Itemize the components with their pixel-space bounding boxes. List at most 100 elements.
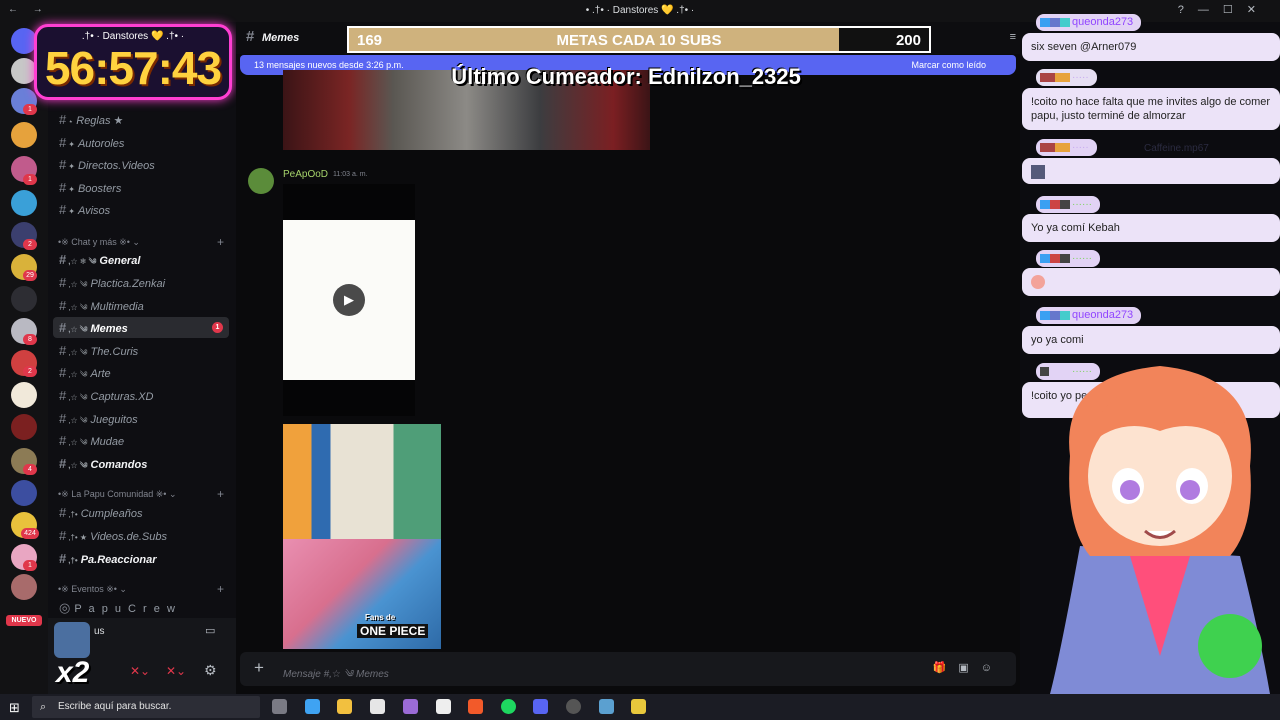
channel-deco: ,☆ ༄ (68, 325, 88, 334)
file-explorer-icon[interactable] (337, 699, 352, 714)
channel-deco: ✦ (68, 162, 75, 171)
message-input[interactable]: Mensaje #,☆ ༄ Memes (283, 663, 389, 691)
user-avatar[interactable] (54, 622, 90, 658)
user-panel: us x2 ▭ ✕⌄ ✕⌄ ⚙ (48, 618, 236, 694)
channel-label: Mudae (90, 436, 125, 448)
brave-browser-icon[interactable] (468, 699, 483, 714)
channel-boosters[interactable]: # ✦ Boosters (53, 177, 229, 198)
badge-icons (1040, 311, 1070, 320)
channel-deco: ,☆ ❄ ༄ (68, 257, 97, 266)
mute-mic-icon[interactable]: ✕⌄ (130, 664, 150, 678)
discord-icon[interactable] (533, 699, 548, 714)
channel-directos-videos[interactable]: # ✦ Directos.Videos (53, 154, 229, 175)
hash-icon: # (59, 528, 67, 543)
channel-videos-de-subs[interactable]: # ,†• ★ Videos.de.Subs (53, 525, 229, 546)
channel-label: The.Curis (90, 346, 139, 358)
app-icon[interactable] (599, 699, 614, 714)
play-icon[interactable]: ▶ (333, 284, 365, 316)
badge-icons (1040, 200, 1070, 209)
deafen-icon[interactable]: ✕⌄ (166, 664, 186, 678)
channel-comandos[interactable]: # ,☆ ༄ Comandos (53, 453, 229, 474)
channel-autoroles[interactable]: # ✦ Autoroles (53, 132, 229, 153)
channel-reglas[interactable]: # ⋆ Reglas ★ (53, 109, 229, 130)
server-icon[interactable] (11, 574, 37, 600)
meme-image[interactable]: Fans de ONE PIECE (283, 424, 441, 649)
chat-message: Yo ya comí Kebah (1022, 214, 1280, 242)
channel-pa-reaccionar[interactable]: # ,†• Pa.Reaccionar (53, 548, 229, 569)
add-channel-icon[interactable]: + (217, 582, 224, 596)
multiplier-overlay: x2 (56, 656, 90, 689)
screen-share-icon[interactable]: ▭ (205, 624, 215, 637)
badge-icons (1040, 73, 1070, 82)
chat-username-text: queonda273 (1072, 16, 1134, 28)
hash-icon: # (246, 28, 255, 45)
hash-icon: # (59, 252, 67, 267)
server-icon[interactable] (11, 414, 37, 440)
server-icon[interactable] (11, 190, 37, 216)
channel-multimedia[interactable]: # ,☆ ༄ Multimedia (53, 295, 229, 316)
channel-deco: ⋆ (68, 117, 74, 126)
category-chat[interactable]: •※ Chat y más ※• ⌄ + (58, 235, 228, 249)
hash-icon: # (59, 411, 67, 426)
app-icon[interactable] (403, 699, 418, 714)
channel-papu-crew[interactable]: ◎ P a p u C r e w (53, 597, 229, 618)
channel-label: Videos.de.Subs (90, 531, 167, 543)
channel-the-curis[interactable]: # ,☆ ༄ The.Curis (53, 340, 229, 361)
video-attachment[interactable]: ▶ (283, 184, 415, 416)
channel-label: Plactica.Zenkai (90, 278, 166, 290)
obs-icon[interactable] (566, 699, 581, 714)
channel-label: Pa.Reaccionar (80, 554, 157, 566)
attach-plus-icon[interactable]: + (254, 658, 264, 678)
server-icon[interactable] (11, 382, 37, 408)
channel-deco: ,☆ ༄ (68, 303, 88, 312)
emote-icon (1031, 275, 1045, 289)
chat-username-text: ····· (1072, 142, 1089, 153)
chat-message-emote (1022, 158, 1280, 184)
screen: { "window": { "title": "\u2022 .\u2020\u… (0, 0, 1280, 720)
app-icon[interactable] (631, 699, 646, 714)
app-icon[interactable] (305, 699, 320, 714)
chat-area: # Memes ≡ 13 mensajes nuevos desde 3:26 … (236, 22, 1020, 694)
app-icon[interactable] (370, 699, 385, 714)
channel-plactica-zenkai[interactable]: # ,☆ ༄ Plactica.Zenkai (53, 272, 229, 293)
channel-arte[interactable]: # ,☆ ༄ Arte (53, 362, 229, 383)
hash-icon: # (59, 456, 67, 471)
channel-label: Reglas ★ (76, 115, 124, 127)
hash-icon: # (59, 112, 67, 127)
server-icon[interactable] (11, 286, 37, 312)
channel-jueguitos[interactable]: # ,☆ ༄ Jueguitos (53, 408, 229, 429)
unread-badge: 2 (23, 366, 37, 377)
channel-mudae[interactable]: # ,☆ ༄ Mudae (53, 430, 229, 451)
channel-general[interactable]: # ,☆ ❄ ༄ General (53, 249, 229, 270)
category-eventos[interactable]: •※ Eventos ※• ⌄ + (58, 582, 228, 596)
chat-username-text: Caffeine.mp67 (1144, 143, 1209, 154)
channel-label: Autoroles (77, 138, 125, 150)
task-view-icon[interactable] (272, 699, 287, 714)
category-papu-comunidad[interactable]: •※ La Papu Comunidad ※• ⌄ + (58, 487, 228, 501)
threads-icon[interactable]: ≡ (1010, 31, 1016, 43)
channel-label: Directos.Videos (77, 160, 155, 172)
app-icon[interactable] (436, 699, 451, 714)
hash-icon: # (59, 202, 67, 217)
channel-capturas[interactable]: # ,☆ ༄ Capturas.XD (53, 385, 229, 406)
author-avatar[interactable] (248, 168, 274, 194)
chat-message: !coito no hace falta que me invites algo… (1022, 88, 1280, 130)
settings-gear-icon[interactable]: ⚙ (204, 662, 217, 679)
channel-avisos[interactable]: # ✦ Avisos (53, 199, 229, 220)
chat-message: yo ya comi (1022, 326, 1280, 354)
server-icon[interactable] (11, 122, 37, 148)
taskbar-search[interactable]: ⌕ Escribe aquí para buscar. (32, 696, 260, 718)
mark-as-read-button[interactable]: Marcar como leído (911, 55, 986, 75)
spotify-icon[interactable] (501, 699, 516, 714)
hash-icon: # (59, 298, 67, 313)
composer-tools-icon[interactable]: 🎁▣☺ (933, 661, 1004, 674)
message-composer[interactable]: + Mensaje #,☆ ༄ Memes 🎁▣☺ (240, 652, 1016, 686)
message-author[interactable]: PeApOoD (283, 169, 328, 180)
hash-icon: # (59, 388, 67, 403)
add-channel-icon[interactable]: + (217, 487, 224, 501)
channel-cumpleanos[interactable]: # ,†• Cumpleaños (53, 502, 229, 523)
channel-memes[interactable]: # ,☆ ༄ Memes 1 (53, 317, 229, 338)
windows-start-icon[interactable]: ⊞ (9, 700, 20, 716)
server-icon[interactable] (11, 480, 37, 506)
add-channel-icon[interactable]: + (217, 235, 224, 249)
